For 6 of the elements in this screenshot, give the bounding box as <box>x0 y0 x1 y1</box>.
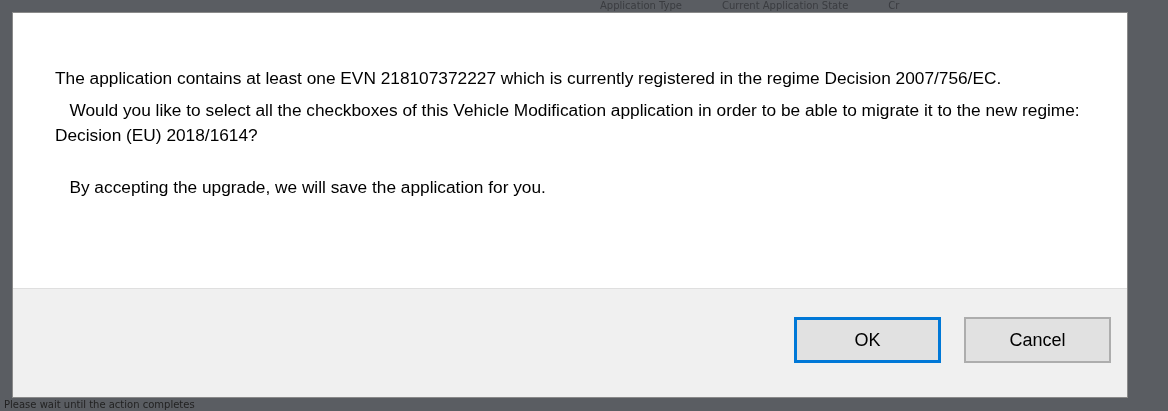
dialog-message: Would you like to select all the checkboxes of this Vehicle Modification application in order to be able to migrate it to the new regime: Decision (EU) 2018/1614? <box>55 98 1081 147</box>
dialog-message: By accepting the upgrade, we will save the application for you. <box>68 175 547 199</box>
ok-button[interactable]: OK <box>794 317 941 363</box>
status-text: Please wait until the action completes <box>3 399 196 411</box>
dialog-message: The application contains at least one EVN 218107372227 which is currently registered in the regime Decision 2007/756/EC. <box>55 67 1003 90</box>
cancel-button[interactable]: Cancel <box>964 317 1111 363</box>
